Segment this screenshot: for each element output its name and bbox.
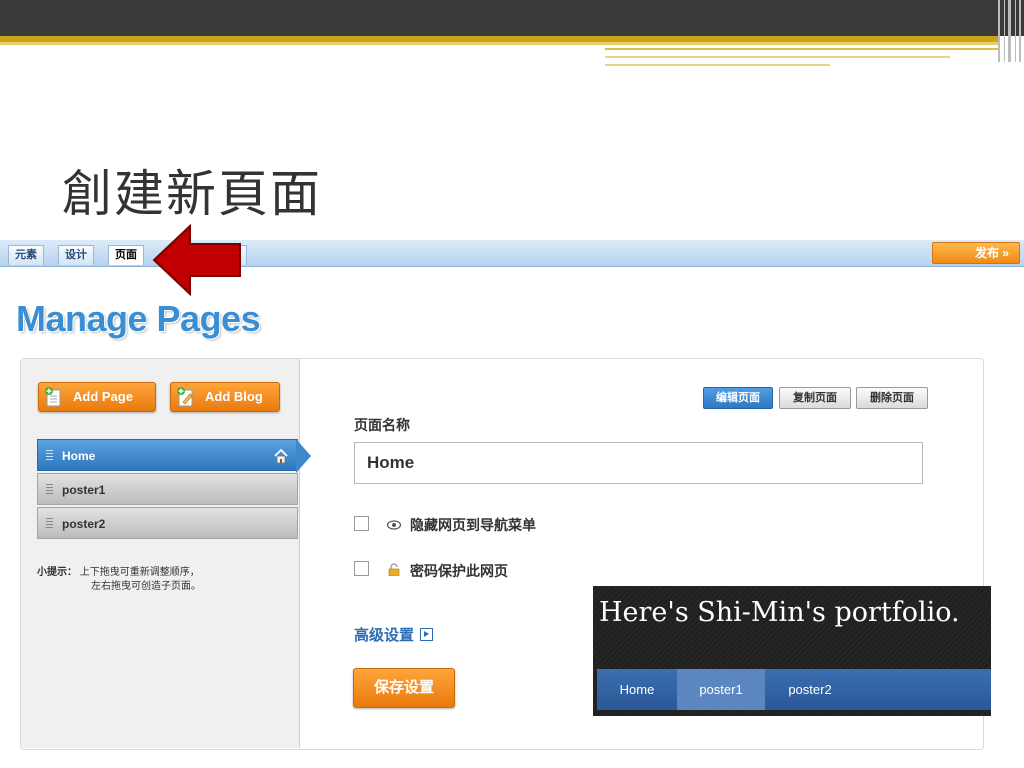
slide-gold-stripe-light	[0, 42, 1000, 45]
tab-pages[interactable]: 页面	[108, 245, 144, 265]
tab-design[interactable]: 设计	[58, 245, 94, 265]
hide-from-nav-checkbox[interactable]	[354, 516, 369, 531]
eye-icon	[386, 517, 402, 533]
tip-line-2: 左右拖曳可创造子页面。	[91, 581, 201, 592]
drag-handle-icon[interactable]	[46, 450, 53, 462]
delete-page-button[interactable]: 删除页面	[856, 387, 928, 409]
add-blog-icon	[177, 387, 193, 407]
slide-gold-line-2	[605, 56, 950, 58]
edit-page-button[interactable]: 编辑页面	[703, 387, 773, 409]
hide-from-nav-label: 隐藏网页到导航菜单	[386, 515, 536, 535]
pages-sidebar	[21, 359, 300, 748]
home-icon	[274, 448, 288, 464]
page-item-poster1[interactable]: poster1	[37, 473, 298, 505]
preview-nav-poster2[interactable]: poster2	[771, 669, 849, 710]
page-item-label: poster1	[62, 483, 106, 497]
page-item-home[interactable]: Home	[37, 439, 298, 471]
slide-title: 創建新頁面	[62, 165, 322, 223]
slide-corner-lines	[994, 0, 1024, 62]
drag-handle-icon[interactable]	[46, 518, 53, 530]
manage-pages-heading: Manage Pages	[16, 298, 261, 339]
slide-top-bar	[0, 0, 1024, 36]
slide-gold-line-1	[605, 48, 1000, 50]
password-protect-text: 密码保护此网页	[410, 563, 508, 579]
preview-nav-poster1[interactable]: poster1	[677, 669, 765, 710]
active-page-pointer	[296, 439, 311, 473]
page-item-poster2[interactable]: poster2	[37, 507, 298, 539]
add-page-label: Add Page	[73, 389, 133, 404]
preview-site-title: Here's Shi-Min's portfolio.	[599, 597, 960, 628]
page-item-label: poster2	[62, 517, 106, 531]
add-blog-button[interactable]: Add Blog	[170, 382, 280, 412]
password-protect-label: 密码保护此网页	[386, 561, 508, 581]
page-name-input[interactable]	[354, 442, 923, 484]
lock-icon	[386, 563, 402, 579]
copy-page-button[interactable]: 复制页面	[779, 387, 851, 409]
tip-label: 小提示：	[37, 567, 77, 578]
tab-elements[interactable]: 元素	[8, 245, 44, 265]
expand-arrow-icon	[420, 628, 434, 641]
red-arrow-icon	[152, 224, 241, 296]
preview-nav-home[interactable]: Home	[607, 669, 667, 710]
add-page-button[interactable]: Add Page	[38, 382, 156, 412]
page-item-label: Home	[62, 449, 96, 463]
save-settings-button[interactable]: 保存设置	[353, 668, 455, 708]
password-protect-checkbox[interactable]	[354, 561, 369, 576]
advanced-settings-label: 高级设置	[354, 627, 415, 644]
tip-line-1: 上下拖曳可重新调整顺序，	[79, 567, 200, 578]
publish-label: 发布 »	[974, 246, 1009, 260]
slide-gold-line-3	[605, 64, 830, 66]
page-name-label: 页面名称	[354, 417, 410, 433]
publish-button[interactable]: 发布 »	[932, 242, 1020, 264]
drag-handle-icon[interactable]	[46, 484, 53, 496]
add-blog-label: Add Blog	[205, 389, 263, 404]
add-page-icon	[45, 387, 61, 407]
advanced-settings-link[interactable]: 高级设置	[354, 624, 434, 645]
hide-from-nav-text: 隐藏网页到导航菜单	[410, 517, 536, 533]
tip-text: 小提示： 上下拖曳可重新调整顺序， 左右拖曳可创造子页面。	[37, 566, 201, 594]
